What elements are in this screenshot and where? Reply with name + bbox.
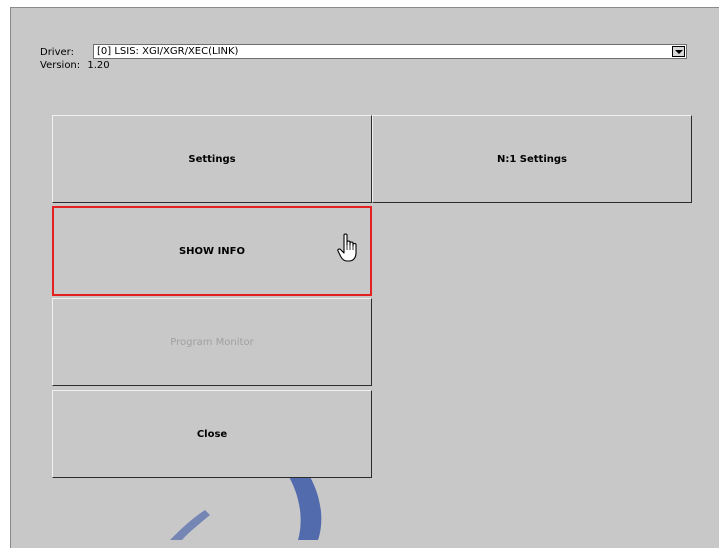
version-value: 1.20: [87, 60, 110, 71]
driver-label: Driver:: [40, 47, 74, 58]
driver-select-value: [0] LSIS: XGI/XGR/XEC(LINK): [97, 46, 239, 57]
version-row: Version: 1.20: [40, 60, 110, 71]
program-monitor-button: Program Monitor: [52, 298, 372, 386]
show-info-button[interactable]: SHOW INFO: [52, 206, 372, 296]
close-button[interactable]: Close: [52, 390, 372, 478]
settings-button[interactable]: Settings: [52, 115, 372, 203]
dropdown-button[interactable]: [672, 46, 685, 57]
chevron-down-icon: [675, 50, 683, 54]
n1-settings-button[interactable]: N:1 Settings: [372, 115, 692, 203]
driver-select[interactable]: [0] LSIS: XGI/XGR/XEC(LINK): [93, 44, 687, 59]
version-label: Version:: [40, 60, 81, 71]
hand-pointer-icon: [337, 233, 357, 262]
